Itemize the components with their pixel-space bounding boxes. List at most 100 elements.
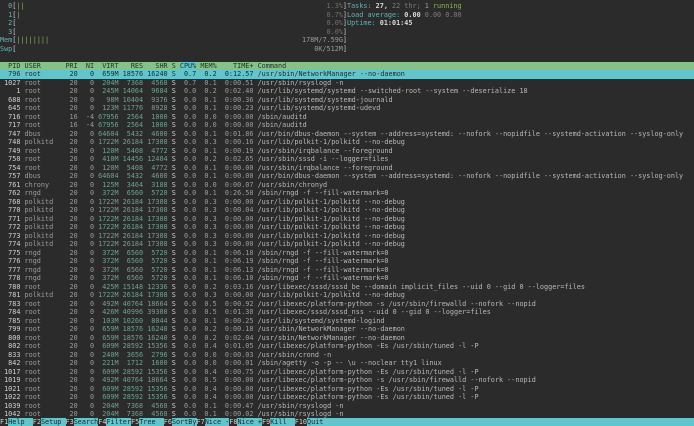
cell-cpu: 0.0 <box>180 359 196 368</box>
process-row[interactable]: 802 root 20 0 609M 28592 15356 S 0.0 0.4… <box>0 342 694 351</box>
process-row[interactable]: 800 root 20 0 659M 18576 16240 S 0.0 0.2… <box>0 334 694 343</box>
process-table-header: PID USER PRI NI VIRT RES SHR S CPU% MEM%… <box>0 62 694 71</box>
cell-mem: 0.0 <box>200 181 216 190</box>
process-row[interactable]: 762 rngd 20 0 372M 6560 5720 S 0.0 0.1 0… <box>0 189 694 198</box>
process-row[interactable]: 750 root 20 0 410M 14456 12404 S 0.0 0.2… <box>0 155 694 164</box>
function-key[interactable]: F5Tree <box>131 418 164 426</box>
cell-pid: 771 <box>0 215 20 224</box>
process-row[interactable]: 717 root 16 -4 67956 2564 1000 S 0.0 0.0… <box>0 121 694 130</box>
tasks-summary: Tasks: 27, 22 thr; 1 running <box>347 2 694 11</box>
process-row[interactable]: 747 dbus 20 0 64604 5432 4600 S 0.0 0.1 … <box>0 130 694 139</box>
column-header-mem[interactable]: MEM% <box>200 62 216 71</box>
cell-mem: 0.3 <box>200 291 216 300</box>
process-row[interactable]: 1019 root 20 0 492M 40764 18664 S 0.0 0.… <box>0 376 694 385</box>
process-row[interactable]: 716 root 16 -4 67956 2564 1000 S 0.0 0.0… <box>0 113 694 122</box>
process-row[interactable]: 784 root 20 0 426M 40996 39308 S 0.0 0.5… <box>0 308 694 317</box>
function-key[interactable]: F10Quit <box>295 418 332 426</box>
cell-user: root <box>25 308 62 317</box>
cell-shr: 4568 <box>147 402 167 411</box>
process-row[interactable]: 780 root 20 0 425M 15148 12336 S 0.0 0.2… <box>0 283 694 292</box>
process-row[interactable]: 776 rngd 20 0 372M 6560 5720 S 0.0 0.1 0… <box>0 257 694 266</box>
load-average-rest: 0.00 0.00 <box>425 11 462 20</box>
process-row[interactable]: 1022 root 20 0 609M 28592 15356 S 0.0 0.… <box>0 393 694 402</box>
cell-state: S <box>172 376 176 385</box>
function-key[interactable]: F3Search <box>66 418 99 426</box>
process-row[interactable]: 775 rngd 20 0 372M 6560 5720 S 0.0 0.1 0… <box>0 249 694 258</box>
cell-pid: 770 <box>0 206 20 215</box>
process-row[interactable]: 1027 root 20 0 204M 7368 4568 S 0.7 0.1 … <box>0 79 694 88</box>
cell-ni: 0 <box>82 376 94 385</box>
process-row[interactable]: 645 root 20 0 123M 11776 8928 S 0.0 0.1 … <box>0 104 694 113</box>
cell-state: S <box>172 198 176 207</box>
cell-cpu: 0.0 <box>180 351 196 360</box>
process-row[interactable]: 833 root 20 0 240M 3656 2796 S 0.0 0.0 0… <box>0 351 694 360</box>
function-key[interactable]: F4Filter <box>98 418 131 426</box>
column-header-res[interactable]: RES <box>123 62 143 71</box>
function-key[interactable]: F6SortBy <box>164 418 197 426</box>
column-header-pid[interactable]: PID <box>0 62 20 71</box>
cell-user: chrony <box>25 181 62 190</box>
process-row[interactable]: 1017 root 20 0 609M 28592 15356 S 0.0 0.… <box>0 368 694 377</box>
cell-user: polkitd <box>25 223 62 232</box>
process-row[interactable]: 799 root 20 0 659M 18576 16240 S 0.0 0.2… <box>0 325 694 334</box>
process-row[interactable]: 783 root 20 0 492M 40764 18664 S 0.0 0.5… <box>0 300 694 309</box>
cell-virt: 204M <box>98 79 118 88</box>
column-header-command[interactable]: Command <box>258 62 694 71</box>
process-row[interactable]: 774 polkitd 20 0 1722M 26184 17308 S 0.0… <box>0 240 694 249</box>
column-header-state[interactable]: S <box>172 62 176 71</box>
cell-time: 0:00.23 <box>221 104 254 113</box>
cell-pri: 20 <box>65 96 77 105</box>
memory-meter-value: 178M/7.59G <box>302 36 343 45</box>
function-key[interactable]: F7Nice - <box>197 418 230 426</box>
process-row[interactable]: 1039 root 20 0 204M 7368 4568 S 0.0 0.1 … <box>0 402 694 411</box>
column-header-ni[interactable]: NI <box>82 62 94 71</box>
process-row[interactable]: 771 polkitd 20 0 1722M 26184 17308 S 0.0… <box>0 215 694 224</box>
process-row[interactable]: 688 root 20 0 98M 10404 9376 S 0.0 0.1 0… <box>0 96 694 105</box>
process-row[interactable]: 777 rngd 20 0 372M 6560 5720 S 0.0 0.1 0… <box>0 266 694 275</box>
function-key[interactable]: F2Setup <box>33 418 66 426</box>
process-row[interactable]: 1 root 20 0 245M 14064 9684 S 0.0 0.2 0:… <box>0 87 694 96</box>
process-row[interactable]: 773 polkitd 20 0 1722M 26184 17308 S 0.0… <box>0 232 694 241</box>
process-row[interactable]: 785 root 20 0 103M 10260 8044 S 0.0 0.1 … <box>0 317 694 326</box>
cell-user: root <box>25 334 62 343</box>
column-header-pri[interactable]: PRI <box>65 62 77 71</box>
cell-time: 0:00.92 <box>221 300 254 309</box>
cell-pri: 20 <box>65 240 77 249</box>
process-row[interactable]: 770 polkitd 20 0 1722M 26184 17308 S 0.0… <box>0 206 694 215</box>
process-row[interactable]: 781 polkitd 20 0 1722M 26184 17308 S 0.0… <box>0 291 694 300</box>
column-header-time[interactable]: TIME+ <box>221 62 254 71</box>
process-row[interactable]: 1021 root 20 0 609M 28592 15356 S 0.0 0.… <box>0 385 694 394</box>
cell-pri: 20 <box>65 300 77 309</box>
cell-virt: 245M <box>98 87 118 96</box>
process-row[interactable]: 796 root 20 0 659M 18576 16240 S 0.7 0.2… <box>0 70 694 79</box>
cell-mem: 0.2 <box>200 70 216 79</box>
cell-virt: 372M <box>98 249 118 258</box>
cell-mem: 0.2 <box>200 334 216 343</box>
column-header-virt[interactable]: VIRT <box>98 62 118 71</box>
column-header-user[interactable]: USER <box>25 62 62 71</box>
process-row[interactable]: 761 chrony 20 0 125M 3464 3188 S 0.0 0.0… <box>0 181 694 190</box>
column-header-cpu-sort[interactable]: CPU% <box>180 62 196 71</box>
cell-state: S <box>172 232 176 241</box>
process-row[interactable]: 842 root 20 0 221M 1712 1600 S 0.0 0.0 0… <box>0 359 694 368</box>
cell-time: 0:00.00 <box>221 113 254 122</box>
process-row[interactable]: 749 root 20 0 120M 5408 4772 S 0.0 0.1 0… <box>0 147 694 156</box>
function-key[interactable]: F1Help <box>0 418 33 426</box>
function-key[interactable]: F9Kill <box>262 418 295 426</box>
cell-command: /usr/libexec/platform-python -s /usr/sbi… <box>258 376 694 385</box>
process-row[interactable]: 757 dbus 20 0 64604 5432 4600 S 0.0 0.1 … <box>0 172 694 181</box>
process-row[interactable]: 772 polkitd 20 0 1722M 26184 17308 S 0.0… <box>0 223 694 232</box>
cell-ni: 0 <box>82 283 94 292</box>
process-row[interactable]: 754 root 20 0 120M 5408 4772 S 0.0 0.1 0… <box>0 164 694 173</box>
cell-ni: 0 <box>82 249 94 258</box>
process-row[interactable]: 778 rngd 20 0 372M 6560 5720 S 0.0 0.1 0… <box>0 274 694 283</box>
process-row[interactable]: 768 polkitd 20 0 1722M 26184 17308 S 0.0… <box>0 198 694 207</box>
column-header-shr[interactable]: SHR <box>147 62 167 71</box>
cell-mem: 0.0 <box>200 121 216 130</box>
cell-virt: 1722M <box>98 223 118 232</box>
function-key[interactable]: F8Nice + <box>229 418 262 426</box>
cell-command: /usr/libexec/platform-python -Es /usr/sb… <box>258 393 694 402</box>
process-row[interactable]: 748 polkitd 20 0 1722M 26184 17308 S 0.0… <box>0 138 694 147</box>
cell-command: /usr/sbin/NetworkManager --no-daemon <box>258 334 694 343</box>
cell-state: S <box>172 155 176 164</box>
